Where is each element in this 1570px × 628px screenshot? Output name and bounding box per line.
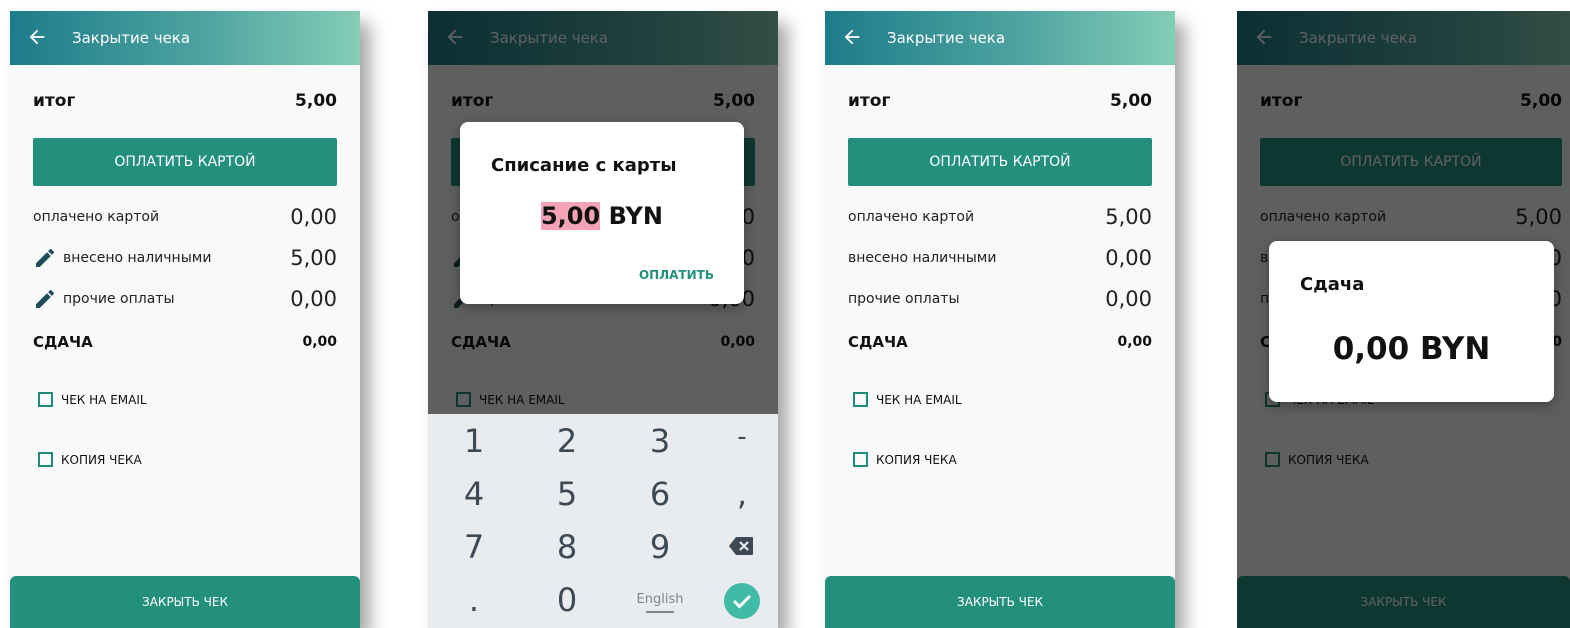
change-dialog: Сдача 0,00 BYN: [1269, 241, 1554, 402]
email-checkbox[interactable]: ЧЕК НА EMAIL: [853, 392, 962, 407]
key-minus[interactable]: -: [712, 422, 772, 452]
pay-action-button[interactable]: ОПЛАТИТЬ: [639, 268, 714, 282]
total-label: итог: [848, 91, 891, 111]
key-1[interactable]: 1: [444, 422, 504, 460]
key-6[interactable]: 6: [630, 475, 690, 513]
paid-card-label: оплачено картой: [848, 209, 975, 225]
paid-card-label: оплачено картой: [33, 209, 160, 225]
other-value: 0,00: [1105, 287, 1152, 311]
cash-value: 0,00: [1105, 246, 1152, 270]
pay-by-card-button[interactable]: ОПЛАТИТЬ КАРТОЙ: [848, 138, 1152, 186]
pencil-icon[interactable]: [33, 246, 57, 270]
cash-row[interactable]: внесено наличными: [33, 246, 211, 270]
dialog-title: Сдача: [1300, 274, 1365, 295]
app-bar: Закрытие чека: [10, 11, 360, 65]
other-label: прочие оплаты: [848, 291, 960, 307]
page-title: Закрытие чека: [887, 29, 1006, 47]
pay-by-card-button[interactable]: ОПЛАТИТЬ КАРТОЙ: [33, 138, 337, 186]
pencil-icon[interactable]: [33, 287, 57, 311]
screen-change-dialog: Закрытие чека итог 5,00 ОПЛАТИТЬ КАРТОЙ …: [1237, 11, 1570, 628]
cash-label: внесено наличными: [63, 250, 212, 266]
change-amount: 0,00 BYN: [1332, 331, 1491, 367]
page-title: Закрытие чека: [72, 29, 191, 47]
screen-card-paid: Закрытие чека итог 5,00 ОПЛАТИТЬ КАРТОЙ …: [825, 11, 1175, 628]
email-label: ЧЕК НА EMAIL: [876, 392, 962, 407]
change-label: СДАЧА: [848, 333, 908, 351]
language-key[interactable]: English: [630, 592, 690, 613]
copy-label: КОПИЯ ЧЕКА: [61, 452, 142, 467]
other-row[interactable]: прочие оплаты: [33, 287, 175, 311]
key-2[interactable]: 2: [537, 422, 597, 460]
email-checkbox[interactable]: ЧЕК НА EMAIL: [38, 392, 147, 407]
back-arrow-icon[interactable]: [841, 26, 863, 48]
back-arrow-icon[interactable]: [26, 26, 48, 48]
paid-card-value: 5,00: [1105, 205, 1152, 229]
screen-cash-payment: Закрытие чека итог 5,00 ОПЛАТИТЬ КАРТОЙ …: [10, 11, 360, 628]
copy-label: КОПИЯ ЧЕКА: [876, 452, 957, 467]
change-label: СДАЧА: [33, 333, 93, 351]
amount-selected-text: 5,00: [540, 202, 601, 230]
other-label: прочие оплаты: [63, 291, 175, 307]
checkbox-box[interactable]: [38, 392, 53, 407]
checkbox-box[interactable]: [853, 452, 868, 467]
amount-field[interactable]: 5,00 BYN: [460, 202, 744, 230]
key-5[interactable]: 5: [537, 475, 597, 513]
other-value: 0,00: [290, 287, 337, 311]
close-receipt-button[interactable]: ЗАКРЫТЬ ЧЕК: [10, 576, 360, 628]
key-3[interactable]: 3: [630, 422, 690, 460]
paid-card-value: 0,00: [290, 205, 337, 229]
checkbox-box[interactable]: [853, 392, 868, 407]
checkbox-box[interactable]: [38, 452, 53, 467]
done-check-icon[interactable]: [724, 583, 760, 619]
language-label: English: [636, 592, 684, 607]
cash-value: 5,00: [290, 246, 337, 270]
spacebar-indicator: [646, 611, 674, 613]
key-7[interactable]: 7: [444, 528, 504, 566]
email-label: ЧЕК НА EMAIL: [61, 392, 147, 407]
total-value: 5,00: [295, 91, 337, 111]
screen-card-charge: Закрытие чека итог 5,00 ОПЛАТИТЬ КАРТОЙ …: [428, 11, 778, 628]
key-comma[interactable]: ,: [712, 475, 772, 513]
key-8[interactable]: 8: [537, 528, 597, 566]
key-0[interactable]: 0: [537, 581, 597, 619]
key-dot[interactable]: .: [444, 581, 504, 619]
change-value: 0,00: [302, 334, 337, 350]
cash-label: внесено наличными: [848, 250, 997, 266]
key-4[interactable]: 4: [444, 475, 504, 513]
currency-label: BYN: [608, 202, 664, 230]
copy-checkbox[interactable]: КОПИЯ ЧЕКА: [853, 452, 957, 467]
total-label: итог: [33, 91, 76, 111]
dialog-title: Списание с карты: [491, 155, 677, 176]
close-receipt-button[interactable]: ЗАКРЫТЬ ЧЕК: [825, 576, 1175, 628]
card-charge-dialog: Списание с карты 5,00 BYN ОПЛАТИТЬ: [460, 122, 744, 304]
numeric-keyboard: 1 2 3 - 4 5 6 , 7 8 9 . 0 English: [428, 414, 778, 628]
key-9[interactable]: 9: [630, 528, 690, 566]
backspace-icon[interactable]: [728, 536, 754, 556]
change-value: 0,00: [1117, 334, 1152, 350]
total-value: 5,00: [1110, 91, 1152, 111]
app-bar: Закрытие чека: [825, 11, 1175, 65]
copy-checkbox[interactable]: КОПИЯ ЧЕКА: [38, 452, 142, 467]
